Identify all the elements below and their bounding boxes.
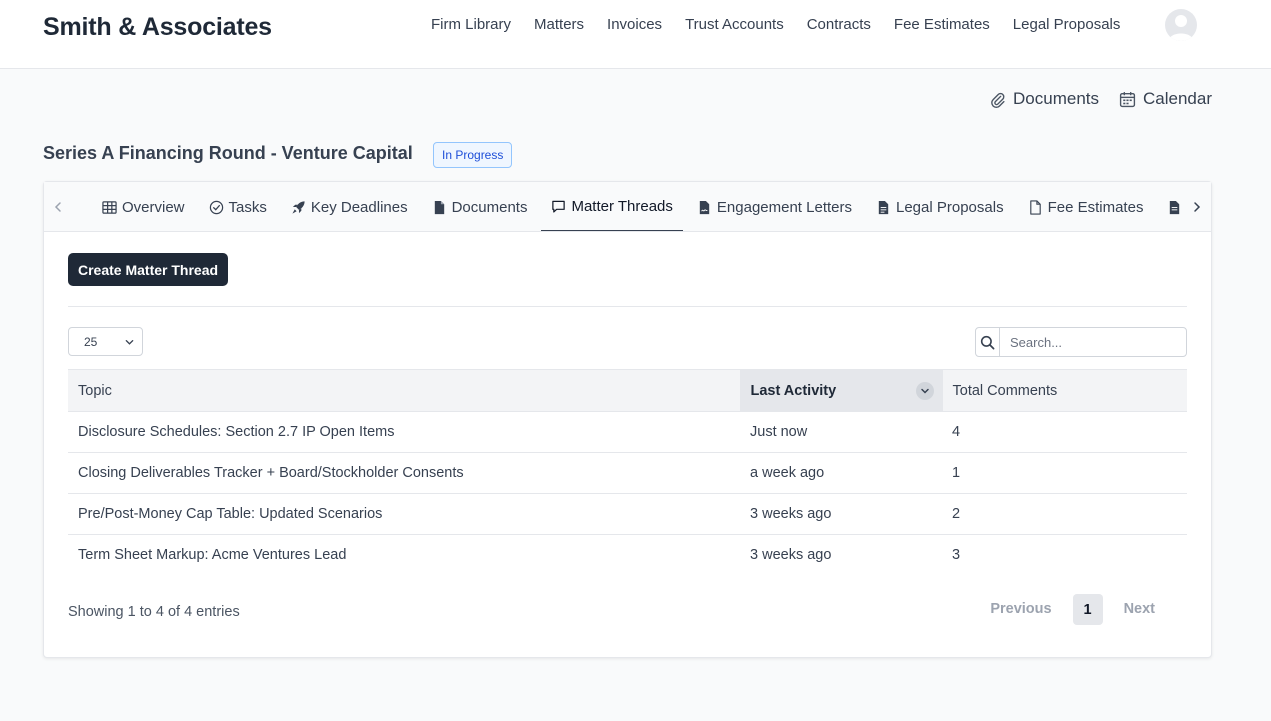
rocket-icon [292,200,305,214]
table-row[interactable]: Disclosure Schedules: Section 2.7 IP Ope… [68,411,1187,453]
documents-link-label: Documents [1013,89,1099,108]
comment-icon [552,200,566,213]
table-row[interactable]: Pre/Post-Money Cap Table: Updated Scenar… [68,493,1187,535]
file-lines-icon [1170,200,1180,214]
cell-total-comments: 3 [952,547,961,564]
previous-page-button[interactable]: Previous [979,594,1062,625]
cell-last-activity: 3 weeks ago [740,493,942,535]
status-badge: In Progress [433,142,513,168]
nav-item-fee-estimates[interactable]: Fee Estimates [894,15,990,35]
paperclip-icon [991,92,1005,108]
sort-descending-icon[interactable] [915,382,934,400]
nav-item-matters[interactable]: Matters [534,15,584,35]
table-header-row: Topic Last Activity Total Comments [68,369,1187,412]
nav-item-legal-proposals[interactable]: Legal Proposals [1013,15,1121,35]
cell-topic[interactable]: Term Sheet Markup: Acme Ventures Lead [68,535,740,576]
user-avatar[interactable] [1165,9,1197,41]
documents-link[interactable]: Documents [989,89,1099,109]
tab-engagement-letters[interactable]: Engagement Letters [687,182,862,231]
file-icon [434,200,444,214]
search-input[interactable] [1000,328,1186,356]
divider [68,306,1187,307]
matter-threads-table: Topic Last Activity Total Comments Discl… [68,369,1187,576]
tab-label: Tasks [228,198,267,216]
tab-label: Documents [451,198,528,216]
cell-total-comments: 2 [942,493,1187,535]
nav-item-contracts[interactable]: Contracts [807,15,871,35]
file-lines-icon [878,200,889,214]
column-header-last-activity[interactable]: Last Activity [739,369,943,412]
tab-matter-threads[interactable]: Matter Threads [541,182,683,231]
cell-total-comments: 1 [942,452,1187,494]
tab-list: Overview Tasks Key Deadlines Documents M… [92,182,1196,231]
entries-info: Showing 1 to 4 of 4 entries [68,604,240,620]
quick-links: Documents Calendar [989,89,1212,109]
tab-legal-proposals[interactable]: Legal Proposals [866,182,1014,231]
page-size-select[interactable]: 25 [68,327,143,356]
calendar-link-label: Calendar [1143,89,1212,108]
cell-topic[interactable]: Pre/Post-Money Cap Table: Updated Scenar… [68,493,740,535]
table-icon [102,200,117,214]
chevron-right-icon [1194,202,1201,212]
search-icon [980,335,995,349]
tab-fee-estimates[interactable]: Fee Estimates [1018,182,1154,231]
matter-card: Overview Tasks Key Deadlines Documents M… [43,181,1212,658]
calendar-icon [1119,91,1136,107]
cell-last-activity: Just now [740,411,942,453]
tab-key-deadlines[interactable]: Key Deadlines [281,182,418,231]
pagination: Previous 1 Next [979,594,1166,625]
page-size-value: 25 [84,334,98,349]
search-button[interactable] [976,328,1000,356]
tab-label: Key Deadlines [310,198,408,216]
calendar-link[interactable]: Calendar [1119,89,1212,109]
chevron-left-icon [54,202,61,212]
table-row[interactable]: Term Sheet Markup: Acme Ventures Lead 3 … [68,535,1187,576]
chevron-down-icon [125,340,134,345]
next-page-button[interactable]: Next [1113,594,1166,625]
column-header-label: Last Activity [750,382,837,399]
column-header-topic[interactable]: Topic [68,369,740,412]
user-silhouette-icon [1169,15,1193,41]
tab-label: Legal Proposals [896,198,1004,216]
matter-title: Series A Financing Round - Venture Capit… [43,143,413,163]
cell-topic[interactable]: Closing Deliverables Tracker + Board/Sto… [68,452,740,494]
cell-last-activity: a week ago [740,452,942,494]
brand-name[interactable]: Smith & Associates [43,13,272,42]
file-outline-icon [1029,199,1041,215]
tab-documents[interactable]: Documents [422,182,538,231]
tab-overview[interactable]: Overview [92,182,195,231]
tab-label: Fee Estimates [1047,198,1144,216]
tab-label: Matter Threads [571,197,673,215]
tab-label: Engagement Letters [716,198,852,216]
top-navbar: Smith & Associates Firm Library Matters … [0,0,1271,69]
tab-bar: Overview Tasks Key Deadlines Documents M… [44,182,1211,232]
search-box [975,327,1187,357]
main-nav: Firm Library Matters Invoices Trust Acco… [431,15,1120,35]
create-matter-thread-button[interactable]: Create Matter Thread [68,253,229,286]
nav-item-firm-library[interactable]: Firm Library [431,15,511,35]
cell-topic[interactable]: Disclosure Schedules: Section 2.7 IP Ope… [68,411,740,453]
table-row[interactable]: Closing Deliverables Tracker + Board/Sto… [68,452,1187,494]
column-header-total-comments[interactable]: Total Comments [942,369,1187,412]
nav-item-invoices[interactable]: Invoices [607,15,662,35]
nav-item-trust-accounts[interactable]: Trust Accounts [685,15,784,35]
tab-tasks[interactable]: Tasks [199,182,277,231]
tab-scroll-right-button[interactable] [1183,182,1211,231]
tab-label: Overview [122,198,185,216]
cell-last-activity: 3 weeks ago [750,547,832,564]
cell-total-comments: 4 [942,411,1187,453]
check-circle-icon [209,200,223,214]
file-signature-icon [699,200,710,214]
page-1-button[interactable]: 1 [1072,594,1103,625]
tab-scroll-left-button[interactable] [44,182,72,231]
